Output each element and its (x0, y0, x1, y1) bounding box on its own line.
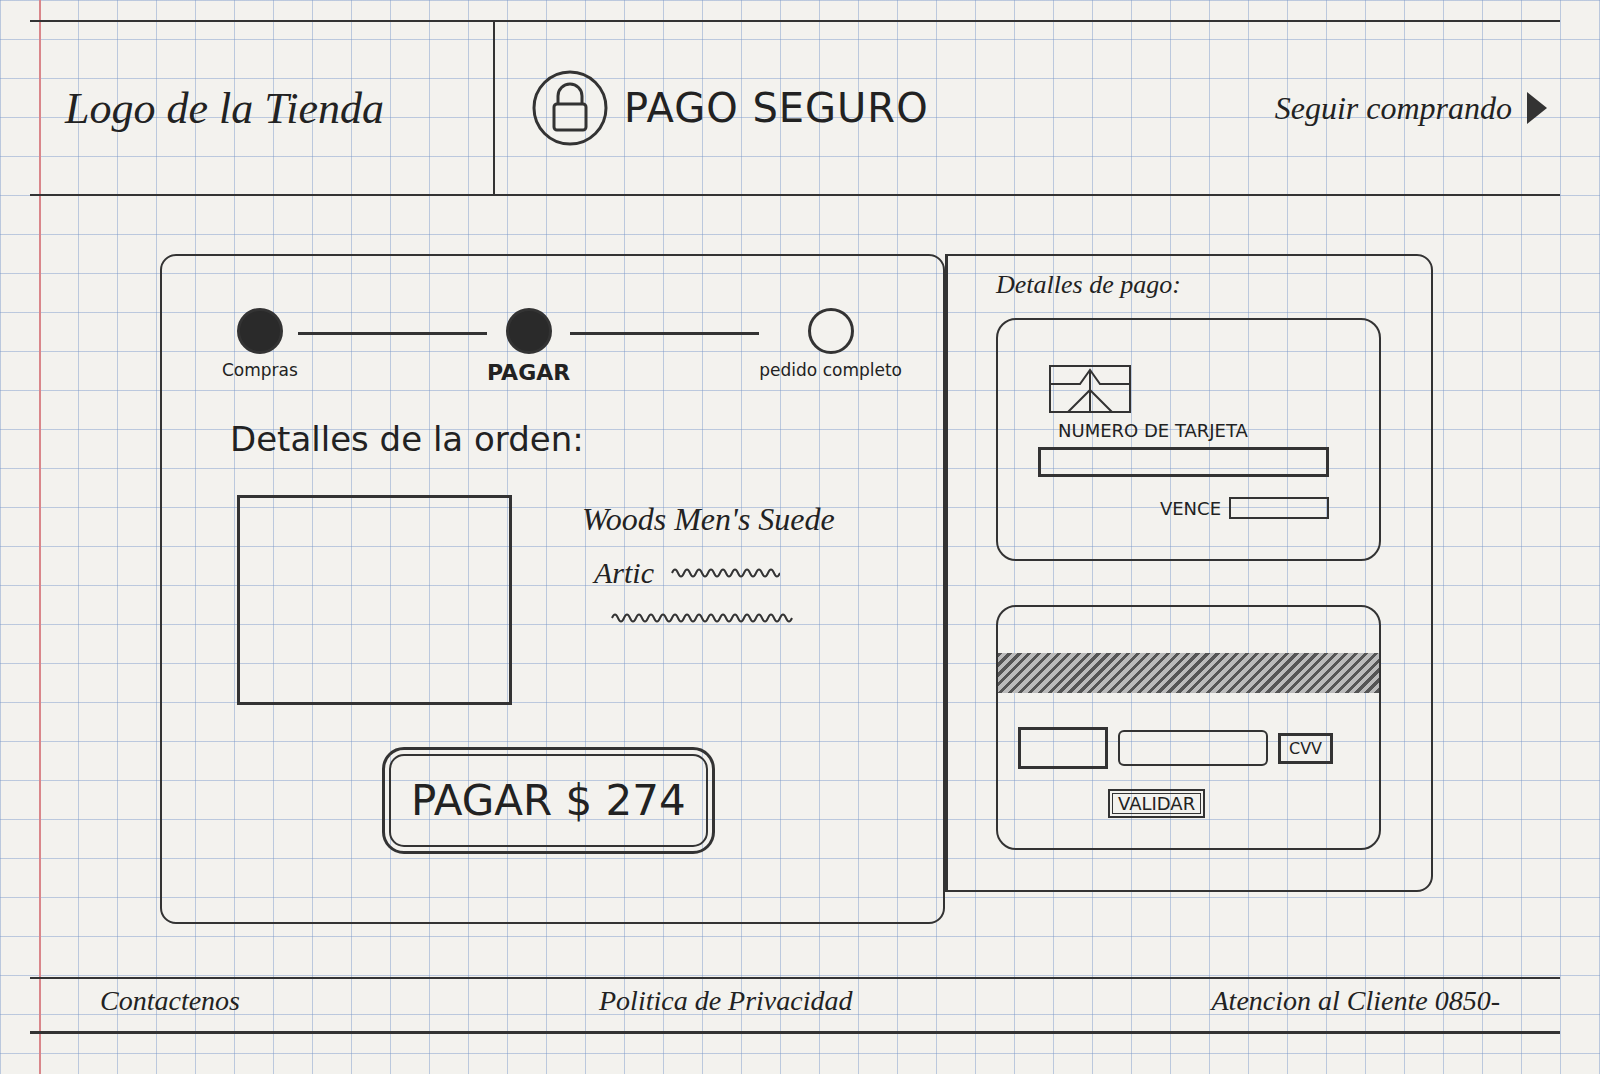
card-front: NUMERO DE TARJETAVENCE (996, 318, 1381, 561)
step[interactable]: PAGAR (487, 308, 570, 385)
card-number-input[interactable] (1038, 447, 1329, 477)
card-back: CVV VALIDAR (996, 605, 1381, 850)
footer-link[interactable]: Politica de Privacidad (599, 985, 853, 1017)
step-dot (237, 308, 283, 354)
footer-link[interactable]: Atencion al Cliente 0850- (1212, 985, 1501, 1017)
secure-badge: PAGO SEGURO (495, 22, 1275, 194)
order-card: ComprasPAGARpedido completoDetalles de l… (160, 254, 945, 924)
product-extra (582, 608, 835, 632)
expiry-row: VENCE (1038, 497, 1329, 519)
header: Logo de la TiendaPAGO SEGUROSeguir compr… (30, 20, 1560, 196)
lock-icon (530, 68, 610, 148)
main: ComprasPAGARpedido completoDetalles de l… (30, 196, 1560, 924)
continue-shopping-link[interactable]: Seguir comprando (1275, 22, 1560, 194)
pay-button[interactable]: PAGAR $ 274 (382, 747, 715, 854)
step-connector (570, 332, 759, 335)
step-dot (808, 308, 854, 354)
validate-button[interactable]: VALIDAR (1108, 789, 1205, 818)
step[interactable]: pedido completo (759, 308, 902, 380)
cvv-row: CVV (998, 713, 1379, 769)
scribble-line (670, 563, 780, 583)
signature-box[interactable] (1018, 727, 1108, 769)
store-logo[interactable]: Logo de la Tienda (30, 22, 495, 194)
footer: Contactenos Politica de Privacidad Atencio… (30, 977, 1560, 1034)
order-item: Woods Men's SuedeArtic (202, 495, 913, 705)
scribble-line (610, 608, 800, 628)
payment-card: Detalles de pago:NUMERO DE TARJETAVENCEC… (945, 254, 1433, 892)
product-info: Woods Men's SuedeArtic (582, 495, 835, 705)
footer-link[interactable]: Contactenos (100, 985, 240, 1017)
cvv-input[interactable] (1118, 730, 1268, 766)
product-variant: Artic (582, 556, 835, 590)
step-connector (298, 332, 487, 335)
step-dot (506, 308, 552, 354)
card-chip-icon (1048, 364, 1132, 414)
stepper: Compras PAGAR pedido completo (202, 308, 902, 385)
arrow-right-icon (1524, 88, 1550, 128)
product-image (237, 495, 512, 705)
expiry-input[interactable] (1229, 497, 1329, 519)
magnetic-stripe (998, 653, 1379, 693)
step[interactable]: Compras (222, 308, 298, 380)
